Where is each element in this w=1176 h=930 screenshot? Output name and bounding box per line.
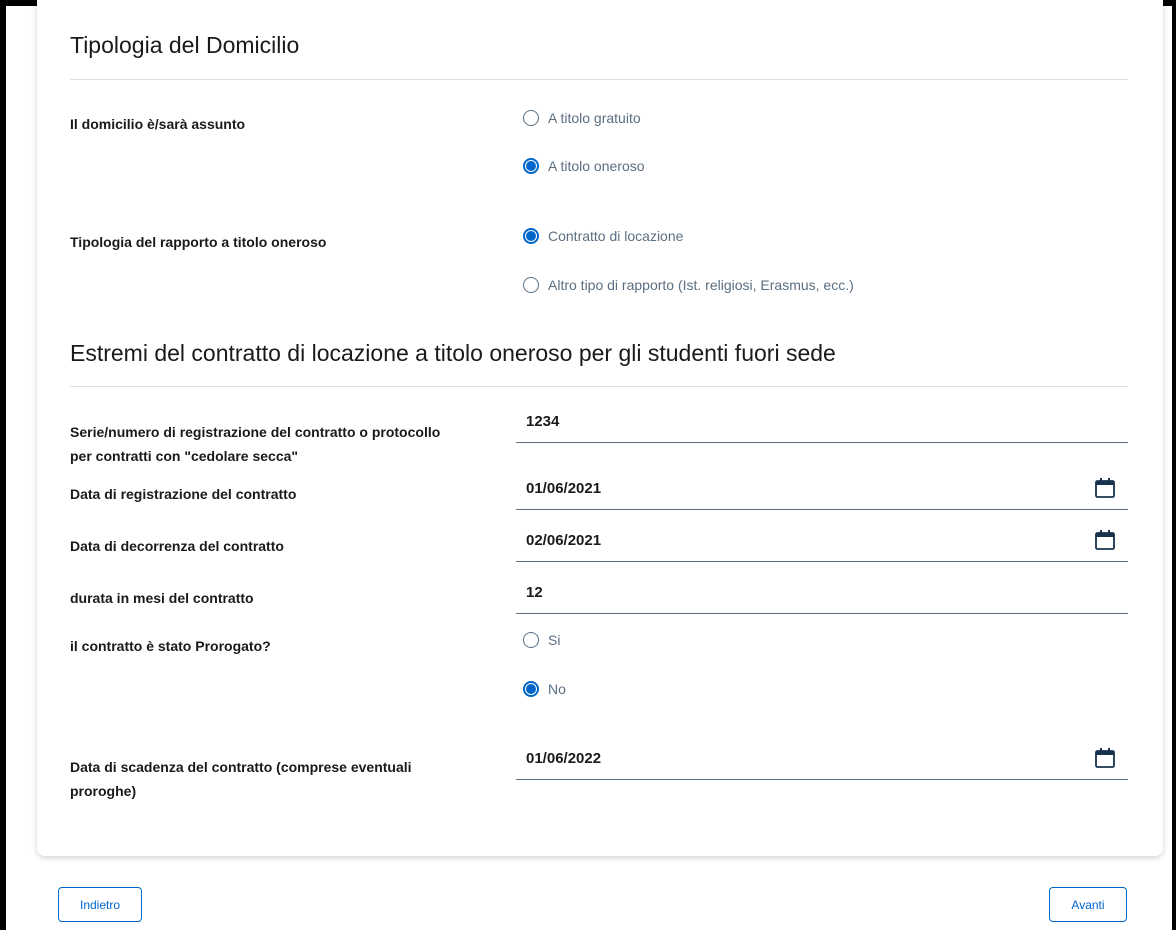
- radio-circle-checked[interactable]: [523, 158, 539, 174]
- form-card: Tipologia del Domicilio Il domicilio è/s…: [37, 0, 1163, 856]
- label-data-registrazione: Data di registrazione del contratto: [70, 486, 297, 502]
- radio-prorogato-no[interactable]: No: [523, 681, 566, 697]
- section-divider: [70, 386, 1128, 387]
- input-value: 12: [526, 584, 543, 601]
- radio-label: A titolo oneroso: [548, 158, 645, 174]
- radio-label: Contratto di locazione: [548, 228, 684, 244]
- radio-titolo-gratuito[interactable]: A titolo gratuito: [523, 110, 641, 126]
- input-value: 01/06/2021: [526, 480, 602, 497]
- radio-label: Si: [548, 632, 561, 648]
- radio-circle[interactable]: [523, 277, 539, 293]
- window-frame-right: [1172, 0, 1176, 930]
- radio-label: No: [548, 681, 566, 697]
- label-line: per contratti con "cedolare secca": [70, 448, 299, 464]
- section-title-tipologia: Tipologia del Domicilio: [70, 32, 300, 58]
- radio-prorogato-si[interactable]: Si: [523, 632, 560, 648]
- radio-altro-rapporto[interactable]: Altro tipo di rapporto (Ist. religiosi, …: [523, 277, 854, 293]
- radio-label: A titolo gratuito: [548, 110, 641, 126]
- radio-circle-checked[interactable]: [523, 228, 539, 244]
- label-line: Data di scadenza del contratto (comprese…: [70, 759, 412, 775]
- label-serie-numero: Serie/numero di registrazione del contra…: [70, 420, 500, 468]
- data-scadenza-input[interactable]: 01/06/2022: [516, 746, 1128, 780]
- radio-contratto-locazione[interactable]: Contratto di locazione: [523, 228, 683, 244]
- label-line: Serie/numero di registrazione del contra…: [70, 424, 441, 440]
- data-registrazione-input[interactable]: 01/06/2021: [516, 476, 1128, 510]
- label-data-scadenza: Data di scadenza del contratto (comprese…: [70, 755, 500, 803]
- input-value: 1234: [526, 413, 560, 430]
- back-button[interactable]: Indietro: [58, 887, 142, 922]
- calendar-icon[interactable]: [1094, 747, 1116, 769]
- radio-circle-checked[interactable]: [523, 681, 539, 697]
- label-durata-mesi: durata in mesi del contratto: [70, 590, 254, 606]
- calendar-icon[interactable]: [1094, 477, 1116, 499]
- section-divider: [70, 79, 1128, 80]
- radio-circle[interactable]: [523, 110, 539, 126]
- section-title-estremi-contratto: Estremi del contratto di locazione a tit…: [70, 340, 836, 366]
- data-decorrenza-input[interactable]: 02/06/2021: [516, 528, 1128, 562]
- radio-label: Altro tipo di rapporto (Ist. religiosi, …: [548, 277, 854, 293]
- label-tipologia-rapporto: Tipologia del rapporto a titolo oneroso: [70, 234, 327, 250]
- radio-circle[interactable]: [523, 632, 539, 648]
- label-line: proroghe): [70, 783, 137, 799]
- label-data-decorrenza: Data di decorrenza del contratto: [70, 538, 284, 554]
- input-value: 02/06/2021: [526, 532, 602, 549]
- calendar-icon[interactable]: [1094, 529, 1116, 551]
- input-value: 01/06/2022: [526, 750, 602, 767]
- serie-numero-input[interactable]: 1234: [516, 409, 1128, 443]
- window-frame-left: [0, 0, 6, 930]
- label-prorogato: il contratto è stato Prorogato?: [70, 638, 271, 654]
- label-domicilio: Il domicilio è/sarà assunto: [70, 116, 246, 132]
- durata-mesi-input[interactable]: 12: [516, 580, 1128, 614]
- radio-titolo-oneroso[interactable]: A titolo oneroso: [523, 158, 645, 174]
- next-button[interactable]: Avanti: [1049, 887, 1127, 922]
